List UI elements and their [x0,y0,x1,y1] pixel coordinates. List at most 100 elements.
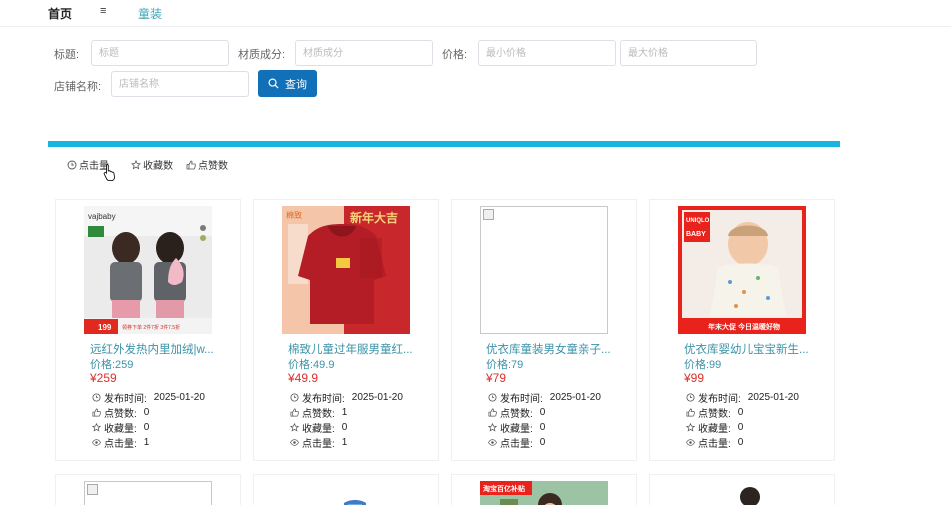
shop-filter-label: 店铺名称: [54,81,102,93]
product-image[interactable]: 淘宝百亿补贴 [480,481,608,505]
star-icon [92,423,101,432]
publish-date-value: 2025-01-20 [747,392,799,403]
publish-date: 发布时间: 2025-01-20 [92,390,205,405]
publish-date: 发布时间: 2025-01-20 [488,390,601,405]
product-image-banner: 淘宝百亿补贴 [483,484,525,493]
clock-icon [290,393,299,402]
product-card[interactable]: 淘宝百亿补贴 [451,474,637,505]
eye-icon [488,439,497,446]
top-bar: 首页 ≡ 童装 [0,0,951,27]
sort-by-favorites[interactable]: 收藏数 [131,157,173,172]
breadcrumb-current[interactable]: 童装 [138,5,162,22]
clicks-value: 0 [737,437,744,448]
favorites-count: 收藏量: 0 [488,420,545,435]
broken-image-placeholder[interactable] [480,206,608,334]
likes-label: 点赞数: [698,409,731,420]
sort-by-likes[interactable]: 点赞数 [186,157,228,172]
star-icon [290,423,299,432]
thumbs-up-icon [488,408,497,417]
title-filter-input[interactable] [91,40,229,66]
menu-toggle-icon[interactable]: ≡ [100,5,106,17]
product-price-label: 价格:259 [90,359,134,371]
product-title[interactable]: 优衣库婴幼儿宝宝新生... [684,341,814,357]
product-title[interactable]: 远红外发热内里加绒|w... [90,341,220,357]
likes-value: 0 [737,407,744,418]
shop-filter-input[interactable] [111,71,249,97]
favorites-value: 0 [143,422,150,433]
product-card[interactable] [55,474,241,505]
product-price: ¥99 [684,371,705,385]
likes-label: 点赞数: [104,409,137,420]
product-image[interactable]: 棉致 新年大吉 [282,206,410,334]
section-divider-bar [48,141,840,147]
search-icon [268,78,279,89]
product-title[interactable]: 优衣库童装男女童亲子... [486,341,616,357]
likes-count: 点赞数: 0 [686,405,743,420]
product-image[interactable]: vajbaby 199 领券下单 2件7折 3件7.5折 [84,206,212,334]
eye-icon [686,439,695,446]
thumbs-up-icon [686,408,695,417]
nav-home-link[interactable]: 首页 [48,5,72,22]
search-button-label: 查询 [285,78,307,91]
favorites-label: 收藏量: [302,424,335,435]
publish-date-value: 2025-01-20 [351,392,403,403]
thumbs-up-icon [290,408,299,417]
product-image-sub: BABY [686,231,706,238]
favorites-count: 收藏量: 0 [686,420,743,435]
product-image[interactable] [282,481,410,505]
thumbs-up-icon [186,160,196,169]
publish-label: 发布时间: [302,394,345,405]
likes-value: 0 [143,407,150,418]
publish-date-value: 2025-01-20 [549,392,601,403]
publish-label: 发布时间: [698,394,741,405]
title-filter-label: 标题: [54,49,80,61]
favorites-label: 收藏量: [698,424,731,435]
publish-label: 发布时间: [104,394,147,405]
star-icon [686,423,695,432]
clicks-value: 1 [341,437,348,448]
sort-by-favorites-label: 收藏数 [143,161,173,172]
clock-icon [488,393,497,402]
product-title[interactable]: 棉致儿童过年服男童红... [288,341,418,357]
search-button[interactable]: 查询 [258,70,317,97]
product-card[interactable] [253,474,439,505]
product-price-label: 价格:99 [684,359,722,371]
product-price: ¥79 [486,371,507,385]
clicks-count: 点击量: 1 [92,435,149,450]
material-filter-input[interactable] [295,40,433,66]
broken-image-placeholder[interactable] [84,481,212,505]
likes-value: 0 [539,407,546,418]
product-card[interactable]: 优衣库童装男女童亲子... 价格:79 ¥79 发布时间: 2025-01-20 … [451,199,637,461]
favorites-label: 收藏量: [500,424,533,435]
sort-by-likes-label: 点赞数 [198,161,228,172]
product-card[interactable]: UNIQLO BABY 年末大促 今日温暖好物 优衣库婴幼儿宝宝新生... 价格… [649,199,835,461]
favorites-value: 0 [539,422,546,433]
clicks-label: 点击量: [302,439,335,450]
clicks-value: 1 [143,437,150,448]
likes-count: 点赞数: 0 [92,405,149,420]
clock-icon [686,393,695,402]
min-price-input[interactable] [478,40,616,66]
likes-count: 点赞数: 0 [488,405,545,420]
product-card[interactable]: 棉致 新年大吉 棉致儿童过年服男童红... 价格:49.9 ¥49.9 发布时间… [253,199,439,461]
product-image[interactable]: UNIQLO BABY 年末大促 今日温暖好物 [678,206,806,334]
favorites-count: 收藏量: 0 [290,420,347,435]
product-card[interactable] [649,474,835,505]
likes-label: 点赞数: [500,409,533,420]
clicks-value: 0 [539,437,546,448]
product-image-brand: vajbaby [88,212,116,221]
publish-label: 发布时间: [500,394,543,405]
product-price: ¥259 [90,371,117,385]
max-price-input[interactable] [620,40,757,66]
product-card[interactable]: vajbaby 199 领券下单 2件7折 3件7.5折 远红外发热内里加绒|w… [55,199,241,461]
product-price-label: 价格:79 [486,359,524,371]
publish-date: 发布时间: 2025-01-20 [686,390,799,405]
star-icon [488,423,497,432]
product-image[interactable] [678,481,806,505]
favorites-value: 0 [341,422,348,433]
product-image-banner: 新年大吉 [350,210,398,225]
clicks-count: 点击量: 0 [686,435,743,450]
clock-icon [67,160,77,169]
product-image-brand: UNIQLO [686,218,710,224]
eye-icon [290,439,299,446]
